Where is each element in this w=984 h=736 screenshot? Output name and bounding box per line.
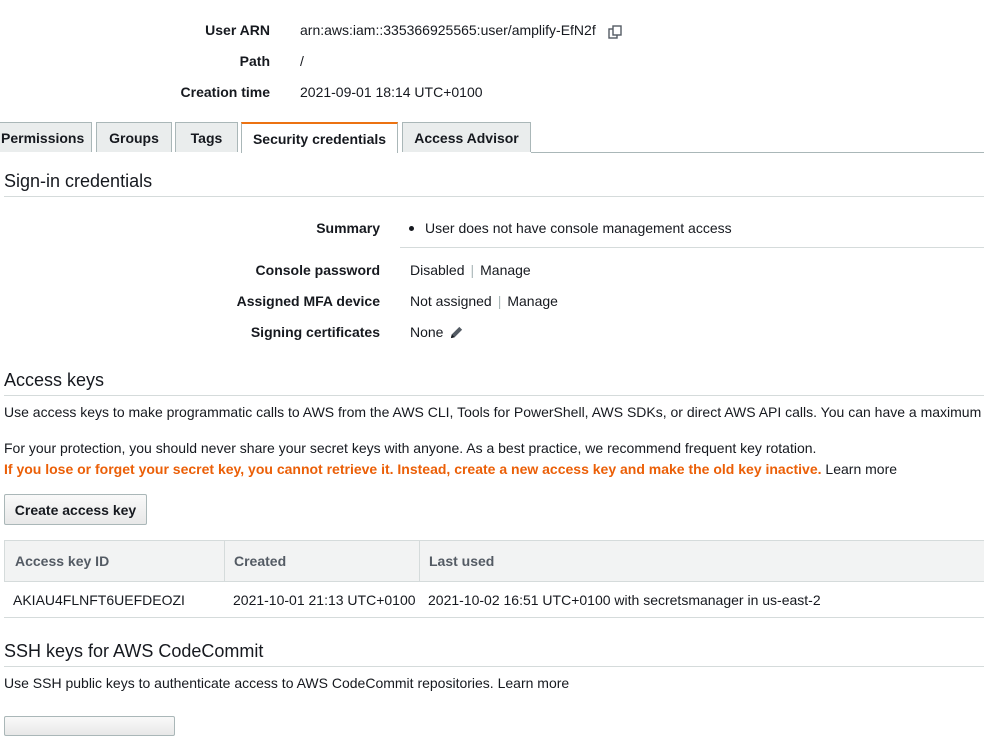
- summary-divider: [400, 247, 984, 248]
- tab-access-advisor[interactable]: Access Advisor: [402, 122, 531, 152]
- copy-icon[interactable]: [607, 24, 623, 40]
- column-header-access-key-id[interactable]: Access key ID: [15, 541, 109, 581]
- upload-ssh-key-button[interactable]: [4, 716, 175, 736]
- ssh-learn-more-link[interactable]: Learn more: [498, 675, 570, 691]
- tab-permissions[interactable]: Permissions: [0, 122, 92, 152]
- separator: |: [497, 293, 502, 309]
- creation-time-label: Creation time: [180, 84, 270, 100]
- mfa-value: Not assigned: [410, 293, 492, 309]
- user-arn-label: User ARN: [205, 22, 270, 38]
- access-key-id-cell: AKIAU4FLNFT6UEFDEOZI: [13, 592, 185, 608]
- ssh-description-row: Use SSH public keys to authenticate acce…: [4, 675, 569, 691]
- ssh-description: Use SSH public keys to authenticate acce…: [4, 675, 494, 691]
- user-arn-value: arn:aws:iam::335366925565:user/amplify-E…: [300, 22, 596, 38]
- tab-groups[interactable]: Groups: [96, 122, 172, 152]
- access-keys-table-header: Access key ID Created Last used: [4, 540, 984, 582]
- tab-bar-line: [531, 152, 984, 153]
- pencil-icon[interactable]: [449, 325, 464, 340]
- column-header-created[interactable]: Created: [234, 541, 286, 581]
- tab-tags[interactable]: Tags: [175, 122, 238, 152]
- bullet-icon: [409, 226, 414, 231]
- table-row: AKIAU4FLNFT6UEFDEOZI 2021-10-01 21:13 UT…: [4, 582, 984, 618]
- last-used-cell: 2021-10-02 16:51 UTC+0100 with secretsma…: [428, 592, 821, 608]
- mfa-row: Not assigned | Manage: [410, 293, 558, 309]
- access-keys-heading: Access keys: [4, 370, 105, 390]
- access-keys-description: Use access keys to make programmatic cal…: [4, 404, 984, 420]
- summary-item: User does not have console management ac…: [425, 220, 732, 236]
- mfa-label: Assigned MFA device: [236, 293, 380, 309]
- column-divider: [224, 541, 225, 581]
- console-password-value: Disabled: [410, 262, 465, 278]
- warning-text: If you lose or forget your secret key, y…: [4, 461, 822, 477]
- ssh-divider: [4, 666, 984, 667]
- signin-heading: Sign-in credentials: [4, 171, 153, 191]
- path-value: /: [300, 53, 304, 69]
- console-password-manage-link[interactable]: Manage: [480, 262, 531, 278]
- created-cell: 2021-10-01 21:13 UTC+0100: [233, 592, 416, 608]
- creation-time-value: 2021-09-01 18:14 UTC+0100: [300, 84, 483, 100]
- console-password-label: Console password: [255, 262, 380, 278]
- mfa-manage-link[interactable]: Manage: [507, 293, 558, 309]
- summary-label: Summary: [316, 220, 380, 236]
- protection-note: For your protection, you should never sh…: [4, 440, 817, 456]
- signing-certificates-value: None: [410, 324, 444, 340]
- tab-security-credentials[interactable]: Security credentials: [241, 122, 398, 153]
- signing-certificates-label: Signing certificates: [250, 324, 380, 340]
- separator: |: [470, 262, 475, 278]
- ssh-keys-heading: SSH keys for AWS CodeCommit: [4, 641, 264, 661]
- path-label: Path: [239, 53, 270, 69]
- column-divider: [419, 541, 420, 581]
- signin-divider: [4, 196, 984, 197]
- learn-more-link[interactable]: Learn more: [825, 461, 897, 477]
- column-header-last-used[interactable]: Last used: [429, 541, 494, 581]
- warning-row: If you lose or forget your secret key, y…: [4, 461, 897, 477]
- console-password-row: Disabled | Manage: [410, 262, 531, 278]
- access-keys-divider: [4, 395, 984, 396]
- create-access-key-button[interactable]: Create access key: [4, 494, 147, 525]
